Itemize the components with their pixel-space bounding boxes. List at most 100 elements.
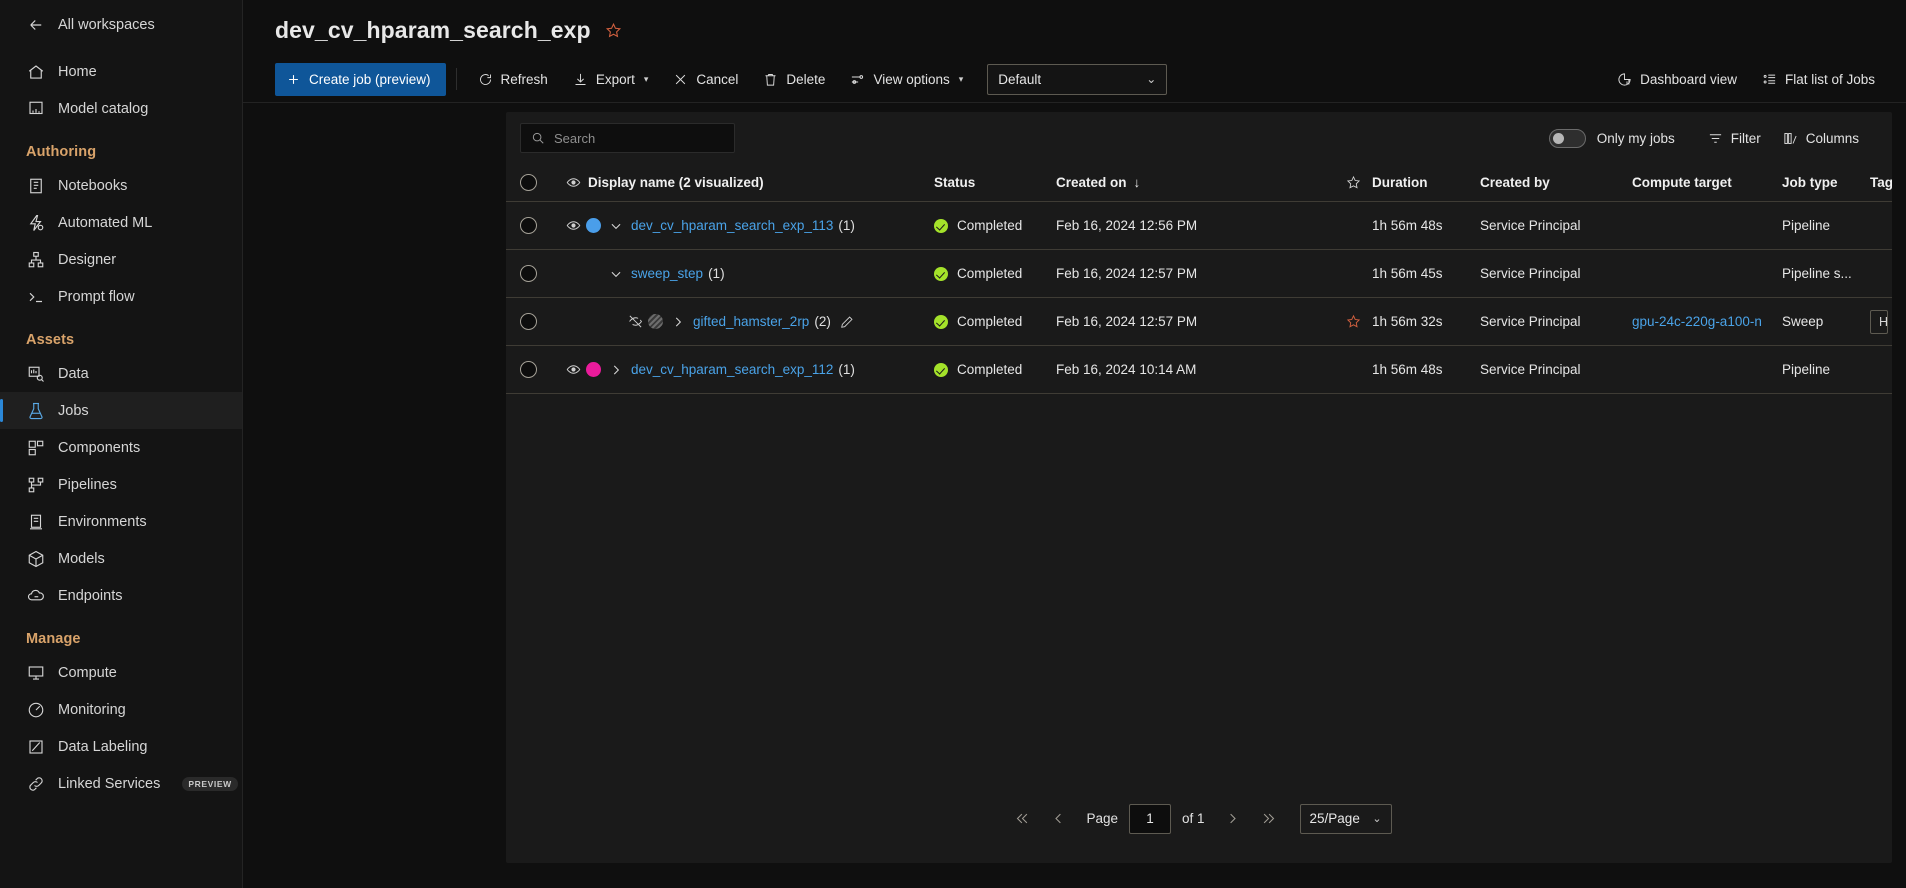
sidebar: All workspaces Home Model catalog Author… [0, 0, 243, 888]
row-created-by: Service Principal [1480, 314, 1581, 329]
col-tags[interactable]: Tags [1870, 175, 1892, 190]
sidebar-item-model-catalog[interactable]: Model catalog [0, 90, 242, 127]
row-select-cell[interactable] [520, 265, 564, 282]
row-created-by: Service Principal [1480, 266, 1581, 281]
job-name-link[interactable]: sweep_step [631, 266, 703, 281]
row-select-cell[interactable] [520, 217, 564, 234]
sidebar-item-linked-services[interactable]: Linked Services PREVIEW [0, 765, 242, 802]
flat-list-of-jobs-button[interactable]: Flat list of Jobs [1751, 63, 1886, 95]
sidebar-item-compute[interactable]: Compute [0, 654, 242, 691]
expand-chevron-right-icon[interactable] [601, 363, 631, 377]
sidebar-item-jobs[interactable]: Jobs [0, 392, 242, 429]
prev-page-button[interactable] [1042, 802, 1075, 835]
sidebar-item-models[interactable]: Models [0, 540, 242, 577]
favorite-star-icon[interactable] [605, 22, 622, 39]
table-row[interactable]: dev_cv_hparam_search_exp_113 (1) Complet… [506, 202, 1892, 250]
sidebar-item-label: Components [58, 439, 141, 456]
filter-label: Filter [1730, 130, 1761, 146]
toolbar-divider [455, 68, 457, 90]
dashboard-view-button[interactable]: Dashboard view [1606, 63, 1748, 95]
search-input[interactable] [554, 130, 724, 146]
sidebar-item-notebooks[interactable]: Notebooks [0, 167, 242, 204]
delete-button[interactable]: Delete [752, 63, 836, 95]
star-outline-icon [1346, 175, 1360, 189]
job-name-link[interactable]: dev_cv_hparam_search_exp_112 [631, 362, 833, 377]
create-job-button[interactable]: Create job (preview) [275, 62, 446, 96]
col-display-name[interactable]: Display name (2 visualized) [564, 175, 934, 190]
sidebar-item-monitoring[interactable]: Monitoring [0, 691, 242, 728]
page-number-input[interactable] [1129, 803, 1171, 834]
tag-chip[interactable]: HD_5c72fe9b-f272-4791-8357-d3 [1870, 309, 1888, 334]
first-page-button[interactable] [1006, 802, 1039, 835]
select-all-radio[interactable] [520, 174, 537, 191]
last-page-button[interactable] [1252, 802, 1285, 835]
flat-list-label: Flat list of Jobs [1784, 71, 1875, 87]
only-my-jobs-label: Only my jobs [1596, 130, 1675, 146]
table-row[interactable]: gifted_hamster_2rp (2) Completed Feb 16,… [506, 298, 1892, 346]
toggle-track[interactable] [1548, 128, 1586, 148]
col-compute-target[interactable]: Compute target [1632, 175, 1782, 190]
job-name-link[interactable]: gifted_hamster_2rp [693, 314, 809, 329]
export-button[interactable]: Export ▾ [562, 63, 660, 95]
row-favorite-cell[interactable] [1334, 314, 1372, 329]
select-all-cell[interactable] [520, 174, 564, 191]
cube-icon [26, 549, 45, 568]
columns-button[interactable]: Columns [1772, 123, 1870, 153]
row-radio[interactable] [520, 313, 537, 330]
model-catalog-icon [26, 99, 45, 118]
cancel-button[interactable]: Cancel [662, 63, 749, 95]
sidebar-item-prompt-flow[interactable]: Prompt flow [0, 278, 242, 315]
page-size-dropdown[interactable]: 25/Page ⌄ [1299, 803, 1392, 834]
sidebar-item-pipelines[interactable]: Pipelines [0, 466, 242, 503]
eye-icon[interactable] [564, 362, 582, 377]
col-job-type[interactable]: Job type [1782, 175, 1870, 190]
data-icon [26, 364, 45, 383]
compute-target-link[interactable]: gpu-24c-220g-a100-n [1632, 314, 1762, 329]
sidebar-item-home[interactable]: Home [0, 53, 242, 90]
export-label: Export [595, 71, 635, 87]
view-options-button[interactable]: View options ▾ [839, 63, 974, 95]
sidebar-item-components[interactable]: Components [0, 429, 242, 466]
filter-button[interactable]: Filter [1697, 123, 1772, 153]
notebook-icon [26, 176, 45, 195]
row-radio[interactable] [520, 265, 537, 282]
sidebar-item-data[interactable]: Data [0, 355, 242, 392]
sidebar-item-endpoints[interactable]: Endpoints [0, 577, 242, 614]
sidebar-back-all-workspaces[interactable]: All workspaces [0, 6, 242, 43]
row-radio[interactable] [520, 217, 537, 234]
col-status[interactable]: Status [934, 175, 1056, 190]
sidebar-item-environments[interactable]: Environments [0, 503, 242, 540]
sidebar-item-data-labeling[interactable]: Data Labeling [0, 728, 242, 765]
eye-icon[interactable] [564, 218, 582, 233]
search-box[interactable] [520, 123, 735, 153]
expand-chevron-down-icon[interactable] [601, 219, 631, 233]
row-radio[interactable] [520, 361, 537, 378]
sidebar-item-automated-ml[interactable]: Automated ML [0, 204, 242, 241]
expand-chevron-right-icon[interactable] [663, 315, 693, 329]
star-filled-icon[interactable] [1346, 314, 1361, 329]
col-favorites[interactable] [1334, 175, 1372, 190]
edit-pencil-icon[interactable] [840, 315, 854, 329]
sidebar-section-authoring: Authoring [26, 144, 97, 160]
row-select-cell[interactable] [520, 313, 564, 330]
col-created-on[interactable]: Created on ↓ [1056, 175, 1334, 190]
pencil-square-icon [26, 737, 45, 756]
eye-off-icon[interactable] [626, 314, 644, 329]
row-display-name-cell: dev_cv_hparam_search_exp_112 (1) [564, 362, 934, 377]
jobs-table: Display name (2 visualized) Status Creat… [506, 164, 1892, 394]
job-name-link[interactable]: dev_cv_hparam_search_exp_113 [631, 218, 833, 233]
table-row[interactable]: sweep_step (1) Completed Feb 16, 2024 12… [506, 250, 1892, 298]
status-completed-icon [934, 218, 948, 233]
only-my-jobs-toggle[interactable]: Only my jobs [1548, 128, 1675, 148]
row-select-cell[interactable] [520, 361, 564, 378]
col-duration[interactable]: Duration [1372, 175, 1480, 190]
sidebar-item-designer[interactable]: Designer [0, 241, 242, 278]
view-select-dropdown[interactable]: Default ⌄ [987, 63, 1168, 95]
create-job-label: Create job (preview) [309, 71, 431, 87]
expand-chevron-down-icon[interactable] [601, 267, 631, 281]
next-page-button[interactable] [1216, 802, 1249, 835]
table-row[interactable]: dev_cv_hparam_search_exp_112 (1) Complet… [506, 346, 1892, 394]
refresh-button[interactable]: Refresh [467, 63, 559, 95]
col-created-by[interactable]: Created by [1480, 175, 1632, 190]
col-created-on-label: Created on [1056, 175, 1127, 190]
